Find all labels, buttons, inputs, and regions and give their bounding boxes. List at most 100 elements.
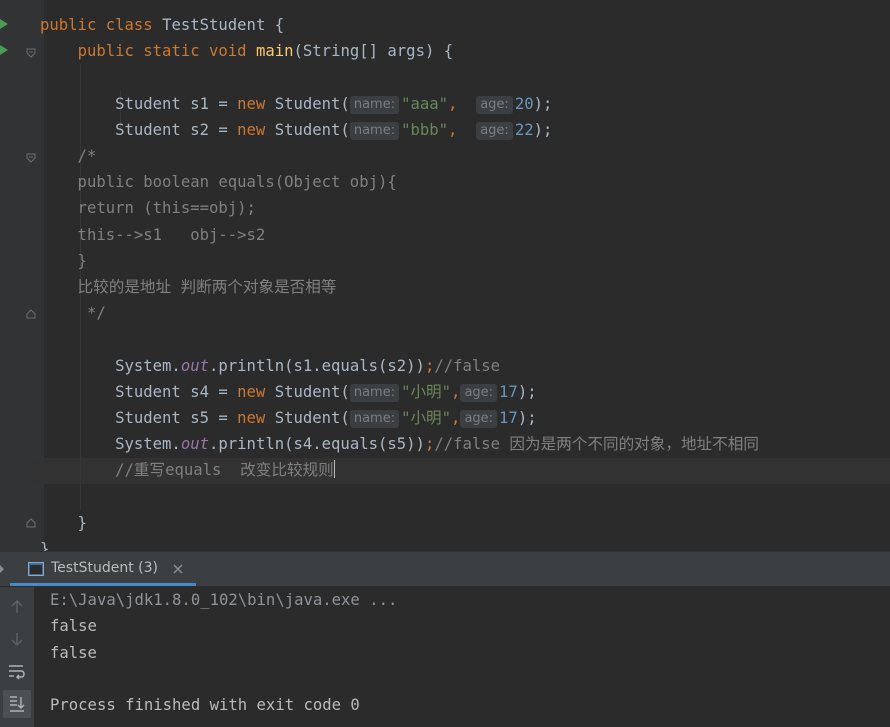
soft-wrap-icon[interactable] (8, 664, 26, 680)
code-token: Student( (274, 409, 350, 427)
code-token: out (180, 435, 209, 454)
code-token: Student s5 = (40, 409, 238, 427)
run-tab[interactable]: TestStudent (3) (10, 552, 196, 586)
scroll-to-end-icon (10, 696, 25, 712)
parameter-hint: age: (476, 121, 513, 140)
code-line: Student s4 = new Student(name: "小明", age: 1… (40, 379, 537, 405)
code-token: Student( (274, 120, 350, 139)
fold-icon[interactable] (26, 153, 36, 163)
code-token: //false 因为是两个不同的对象，地址不相同 (434, 435, 759, 454)
code-token: this-->s1 obj-->s2 (40, 225, 266, 244)
code-token: "小明" (401, 409, 452, 427)
code-token: return (this==obj); (40, 199, 256, 218)
code-token: main (255, 42, 294, 61)
code-token: new (237, 382, 275, 401)
console-output-line: false (50, 617, 97, 635)
code-token: "小明" (401, 382, 452, 401)
code-line: Student s1 = new Student(name: "aaa", age… (40, 91, 552, 117)
code-token: ); (517, 382, 537, 401)
code-token: Student s1 = (40, 94, 238, 113)
code-token: //重写equals 改变比较规则 (40, 461, 334, 480)
code-line: System.out.println(s4.equals(s5));//fals… (40, 431, 759, 457)
code-line: public class TestStudent { (40, 12, 284, 38)
code-token: 比较的是地址 判断两个对象是否相等 (40, 278, 337, 296)
parameter-hint: name: (349, 95, 400, 114)
code-token: 17 (499, 409, 518, 427)
code-token: (String[] args) { (293, 42, 454, 61)
code-token: .println(s1.equals(s2)) (209, 356, 425, 375)
code-token: new (237, 120, 275, 139)
code-line: /* (40, 143, 97, 169)
code-token: ); (533, 120, 553, 139)
code-line: Student s5 = new Student(name: "小明", age: 1… (40, 405, 537, 431)
code-token: 20 (514, 94, 534, 113)
console-command-line: E:\Java\jdk1.8.0_102\bin\java.exe ... (50, 591, 398, 609)
code-token: Student( (274, 382, 350, 401)
code-token: "aaa" (401, 94, 449, 113)
code-token: } (40, 513, 87, 532)
code-token: Student( (274, 94, 350, 113)
up-arrow-icon[interactable] (9, 599, 25, 615)
code-line: System.out.println(s1.equals(s2));//fals… (40, 353, 500, 379)
code-token: Student s2 = (40, 120, 238, 139)
code-token: System. (40, 435, 181, 454)
code-line: } (40, 536, 49, 551)
code-line: return (this==obj); (40, 195, 256, 221)
code-token: } (40, 251, 87, 270)
code-token: , (451, 409, 461, 427)
run-panel-header: TestStudent (3) (0, 552, 890, 587)
fold-end-icon[interactable] (26, 518, 36, 528)
code-token: new (237, 94, 275, 113)
code-token: //false (434, 356, 501, 375)
code-token: , (448, 120, 477, 139)
panel-chevron-icon[interactable] (0, 563, 4, 575)
parameter-hint: age: (476, 95, 513, 114)
code-line: } (40, 248, 87, 274)
code-token: } (40, 540, 50, 551)
run-tab-label: TestStudent (3) (51, 560, 158, 576)
code-token: public class (40, 16, 163, 34)
text-caret (333, 460, 336, 479)
code-token: new (237, 409, 275, 427)
code-token: System. (40, 356, 181, 375)
code-token: */ (40, 304, 106, 323)
code-line: public static void main(String[] args) { (40, 38, 454, 64)
run-toolbar (0, 587, 34, 727)
code-token: "bbb" (401, 120, 449, 139)
console-output[interactable]: E:\Java\jdk1.8.0_102\bin\java.exe ... fa… (34, 587, 890, 727)
run-main-icon[interactable] (0, 45, 8, 55)
code-token: .println(s4.equals(s5)) (209, 435, 425, 454)
fold-end-icon[interactable] (26, 309, 36, 319)
parameter-hint: name: (349, 383, 400, 402)
run-class-icon[interactable] (0, 19, 8, 29)
scroll-to-end-button[interactable] (3, 690, 31, 718)
code-line: */ (40, 300, 106, 326)
fold-icon[interactable] (26, 48, 36, 58)
console-icon (28, 562, 44, 576)
code-token: TestStudent { (162, 16, 285, 34)
code-token: out (180, 356, 209, 375)
console-output-line: false (50, 644, 97, 662)
close-icon[interactable] (173, 564, 183, 574)
parameter-hint: name: (349, 410, 400, 428)
code-token: public static void (77, 42, 256, 61)
code-line: Student s2 = new Student(name: "bbb", age… (40, 117, 552, 143)
code-token: ); (533, 94, 553, 113)
code-token: ; (424, 435, 435, 454)
code-token: , (451, 382, 461, 401)
code-token: /* (40, 147, 97, 165)
code-line: this-->s1 obj-->s2 (40, 222, 266, 248)
code-line: //重写equals 改变比较规则 (40, 457, 336, 483)
code-token: 22 (514, 120, 534, 139)
code-token: 17 (499, 382, 518, 401)
code-token: , (448, 94, 477, 113)
code-editor[interactable]: public class TestStudent { public static… (0, 0, 890, 551)
code-line: 比较的是地址 判断两个对象是否相等 (40, 274, 337, 300)
run-panel: TestStudent (3) E:\Java\jdk1.8.0_102\bin… (0, 551, 890, 727)
console-exit-line: Process finished with exit code 0 (50, 696, 360, 714)
down-arrow-icon[interactable] (9, 631, 25, 647)
parameter-hint: name: (349, 121, 400, 140)
code-token: public boolean equals(Object obj){ (40, 173, 397, 192)
code-line: public boolean equals(Object obj){ (40, 169, 397, 195)
